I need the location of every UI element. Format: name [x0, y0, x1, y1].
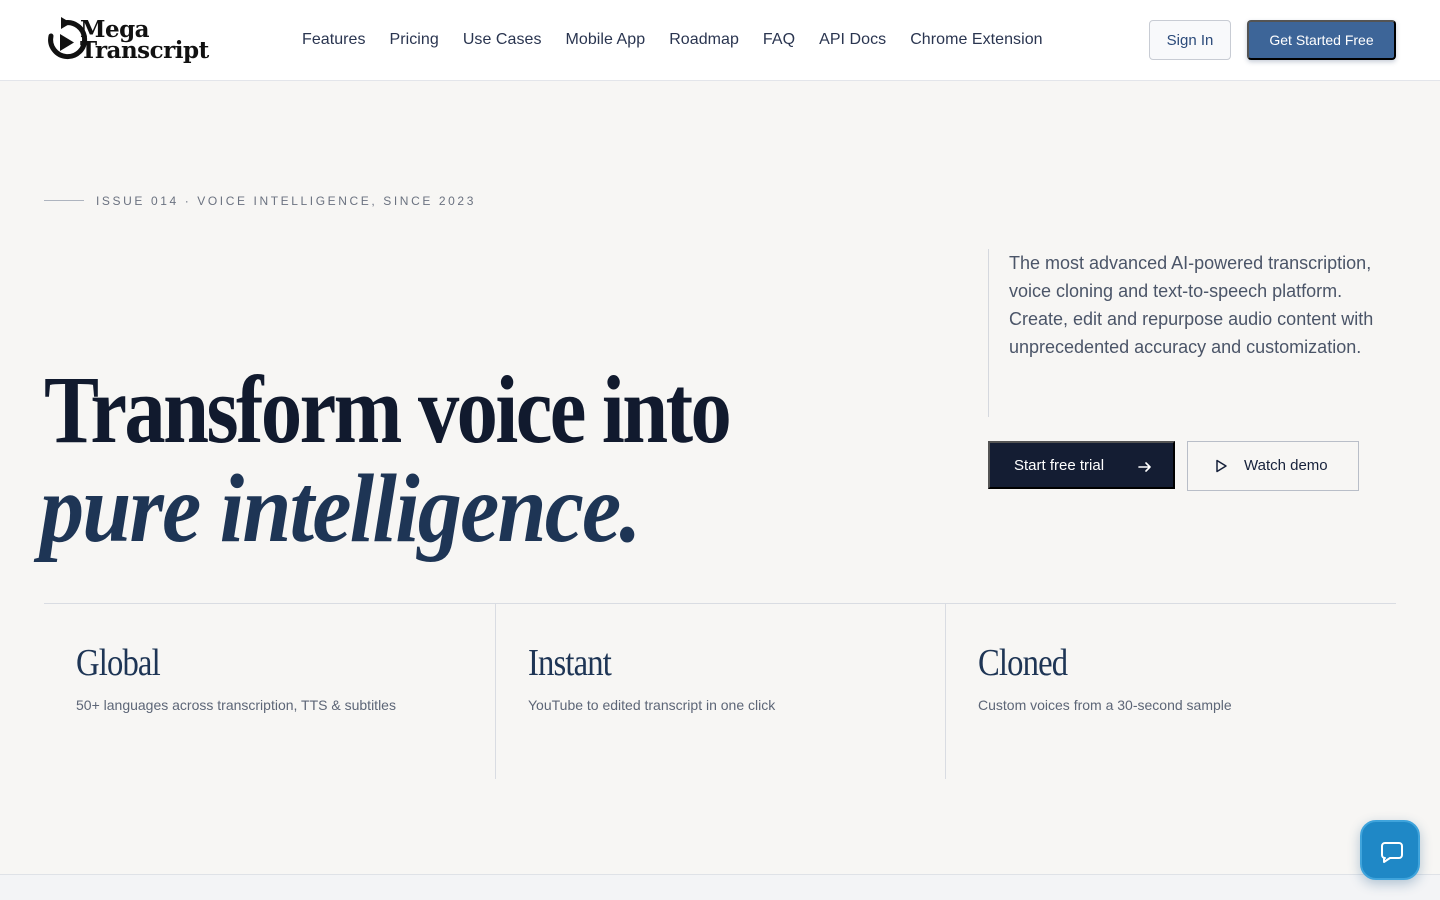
watch-demo-label: Watch demo — [1244, 457, 1328, 474]
stat-description: Custom voices from a 30-second sample — [978, 697, 1232, 713]
chat-widget-button[interactable] — [1360, 820, 1420, 880]
hero-description-block: The most advanced AI-powered transcripti… — [988, 249, 1388, 417]
chat-bubble-icon — [1381, 842, 1403, 863]
get-started-button[interactable]: Get Started Free — [1247, 20, 1396, 60]
stat-card-cloned: Cloned Custom voices from a 30-second sa… — [946, 604, 1396, 779]
nav-link-chrome-extension[interactable]: Chrome Extension — [910, 31, 1042, 49]
nav-link-pricing[interactable]: Pricing — [390, 31, 439, 49]
nav-link-api-docs[interactable]: API Docs — [819, 31, 886, 49]
hero-description: The most advanced AI-powered transcripti… — [1009, 253, 1374, 357]
sign-in-button[interactable]: Sign In — [1149, 20, 1231, 60]
start-free-trial-button[interactable]: Start free trial — [988, 441, 1175, 489]
stat-card-instant: Instant YouTube to edited transcript in … — [496, 604, 945, 779]
stat-description: 50+ languages across transcription, TTS … — [76, 697, 396, 713]
start-free-trial-label: Start free trial — [1014, 456, 1105, 474]
nav-link-faq[interactable]: FAQ — [763, 31, 795, 49]
hero-eyebrow: ISSUE 014 · VOICE INTELLIGENCE, SINCE 20… — [96, 194, 476, 208]
next-section-edge — [0, 874, 1440, 900]
main-navigation: Features Pricing Use Cases Mobile App Ro… — [302, 29, 1043, 51]
nav-link-use-cases[interactable]: Use Cases — [463, 31, 542, 49]
stat-card-global: Global 50+ languages across transcriptio… — [44, 604, 495, 779]
brand-logo[interactable]: Mega Transcript — [44, 16, 234, 64]
play-icon — [1216, 459, 1227, 473]
eyebrow-rule — [44, 200, 84, 201]
stat-description: YouTube to edited transcript in one clic… — [528, 697, 776, 713]
nav-link-roadmap[interactable]: Roadmap — [669, 31, 739, 49]
site-header: Mega Transcript Features Pricing Use Cas… — [0, 0, 1440, 81]
feature-stats: Global 50+ languages across transcriptio… — [44, 603, 1396, 779]
brand-name-line-2: Transcript — [80, 37, 209, 64]
hero-headline-line-2: pure intelligence. — [40, 454, 641, 563]
nav-link-mobile-app[interactable]: Mobile App — [566, 31, 646, 49]
stat-title: Cloned — [978, 642, 1068, 684]
nav-link-features[interactable]: Features — [302, 31, 366, 49]
watch-demo-button[interactable]: Watch demo — [1187, 441, 1359, 491]
stat-title: Instant — [528, 642, 612, 684]
stat-title: Global — [76, 642, 161, 684]
arrow-right-icon — [1138, 462, 1151, 472]
hero-headline-line-1: Transform voice into — [44, 356, 732, 464]
